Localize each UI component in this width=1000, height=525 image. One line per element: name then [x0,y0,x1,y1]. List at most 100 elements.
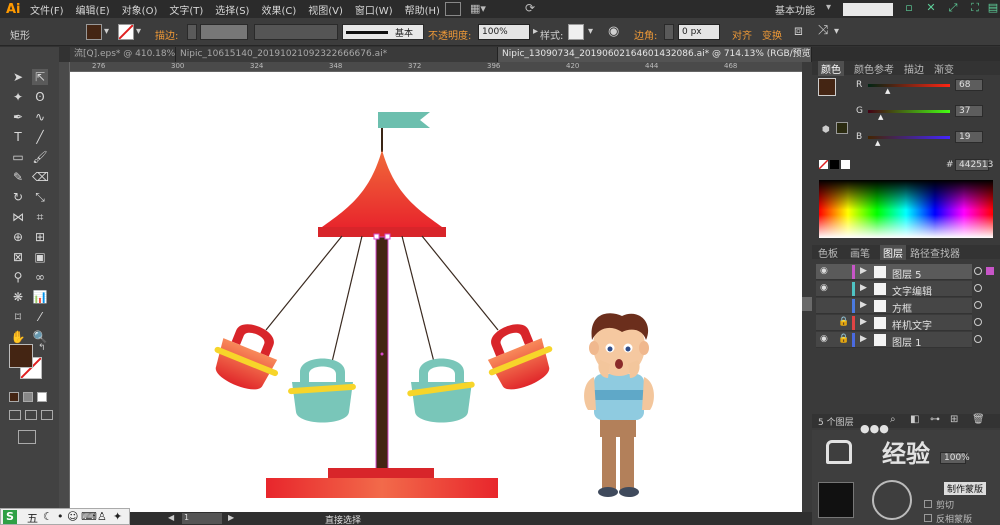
bridge-icon[interactable] [445,2,461,16]
chevron-right-icon[interactable]: ▸ [533,26,538,37]
swap-colors-icon[interactable]: ↰ [38,343,46,353]
g-value-input[interactable]: 37 [955,105,983,117]
stroke-stepper[interactable] [187,24,197,40]
none-mode-icon[interactable] [37,392,47,402]
lock-icon[interactable]: 🔒 [838,334,849,344]
layer-row[interactable]: ◉ 🔒 ▶ 图层 1 [816,332,972,349]
transform-each-icon[interactable]: ⤨ [818,23,828,38]
menu-edit[interactable]: 编辑(E) [76,2,110,17]
tab-stroke[interactable]: 描边 [904,61,924,76]
menu-file[interactable]: 文件(F) [30,2,64,17]
color-spectrum[interactable] [819,180,993,238]
stroke-label[interactable]: 描边: [155,27,178,42]
tab-color[interactable]: 颜色 [818,61,844,76]
prev-artboard-icon[interactable]: ◀ [168,513,174,522]
rotate-icon[interactable]: ↻ [10,189,26,205]
shaper-icon[interactable]: ✎ [10,169,26,185]
skin-icon[interactable]: ♙ [97,510,107,523]
maximize-icon[interactable]: ⤢ [944,1,962,17]
minimize-icon[interactable]: ▫ [900,1,918,17]
tab-layers[interactable]: 图层 [880,245,906,260]
ime-logo[interactable]: S [3,510,17,524]
brush-dropdown[interactable]: 基本 [342,24,424,40]
eye-icon[interactable]: ◉ [820,283,828,293]
graph-tool-icon[interactable]: 📊 [32,289,48,305]
eraser-icon[interactable]: ⌫ [32,169,49,185]
variable-width-dropdown[interactable] [254,24,338,40]
expand-arrow-icon[interactable]: ▶ [860,266,867,276]
make-mask-button[interactable]: 制作蒙版 [944,482,987,495]
tab-gradient[interactable]: 渐变 [934,61,954,76]
selection-tool-icon[interactable]: ➤ [10,69,26,85]
corner-label[interactable]: 边角: [634,27,657,42]
draw-behind-icon[interactable] [25,410,37,420]
target-icon[interactable] [974,301,982,309]
opacity-input[interactable]: 100% [478,24,530,40]
arrange-icon[interactable]: ▦▾ [470,2,486,15]
opacity-label[interactable]: 不透明度: [428,27,471,42]
isolate-icon[interactable]: ⧈ [794,23,803,39]
expand-arrow-icon[interactable]: ▶ [860,283,867,293]
artboard[interactable] [70,72,802,525]
target-icon[interactable] [974,335,982,343]
expand-arrow-icon[interactable]: ▶ [860,300,867,310]
slice-icon[interactable]: ⁄ [32,309,48,325]
anchor-point[interactable] [384,233,391,240]
magic-wand-icon[interactable]: ✦ [10,89,26,105]
lasso-icon[interactable]: ʘ [32,89,48,105]
tab-color-guide[interactable]: 颜色参考 [854,61,894,76]
target-icon[interactable] [974,267,982,275]
punctuation-icon[interactable]: • [57,510,64,523]
transform-button[interactable]: 变换 [762,27,782,42]
layer-name[interactable]: 图层 5 [892,266,922,281]
panel-menu-icon[interactable]: ▾ [834,26,839,37]
layer-row[interactable]: ◉ ▶ 图层 5 [816,264,972,281]
fullscreen-icon[interactable]: ⛶ [966,1,984,17]
menu-help[interactable]: 帮助(H) [405,2,440,17]
fill-color-front[interactable] [9,344,33,368]
free-transform-icon[interactable]: ⌗ [32,209,48,225]
next-artboard-icon[interactable]: ▶ [228,513,234,522]
color-mode-icon[interactable] [9,392,19,402]
stroke-weight-dropdown[interactable] [200,24,248,40]
layer-row[interactable]: ▶ 方框 [816,298,972,315]
selection-indicator[interactable] [986,267,994,275]
paintbrush-icon[interactable]: 🖌 [32,149,48,165]
black-swatch[interactable] [830,160,839,169]
menu-type[interactable]: 文字(T) [169,2,203,17]
menu-select[interactable]: 选择(S) [215,2,249,17]
chevron-down-icon[interactable]: ▾ [104,26,109,37]
menu-window[interactable]: 窗口(W) [355,2,393,17]
search-input[interactable] [843,3,893,16]
expand-arrow-icon[interactable]: ▶ [860,334,867,344]
style-swatch[interactable] [568,24,584,40]
anchor-point[interactable] [373,233,380,240]
keyboard-icon[interactable]: ⌨ [81,510,97,523]
r-slider-thumb[interactable]: ▲ [885,87,890,95]
g-slider-thumb[interactable]: ▲ [878,113,883,121]
target-icon[interactable] [974,318,982,326]
layer-name[interactable]: 方框 [892,300,912,315]
draw-inside-icon[interactable] [41,410,53,420]
hex-value-input[interactable]: 442513 [955,159,993,171]
color-fill-box[interactable] [818,78,836,96]
screen-mode-icon[interactable] [18,430,36,444]
layer-row[interactable]: 🔒 ▶ 样机文字 [816,315,972,332]
chevron-down-icon[interactable]: ▾ [588,26,593,37]
tab-doc-3[interactable]: Nipic_13090734_20190602164601432086.ai* … [498,47,812,62]
vertical-scrollbar[interactable] [802,62,812,525]
close-icon[interactable]: ▤ [984,1,1000,17]
lock-icon[interactable]: 🔒 [838,317,849,327]
settings-icon[interactable]: ✦ [113,510,122,523]
delete-icon[interactable]: 🗑 [972,414,985,425]
direct-selection-tool-icon[interactable]: ⇱ [32,69,48,85]
gradient-mode-icon[interactable] [23,392,33,402]
fill-swatch[interactable] [86,24,102,40]
chevron-down-icon[interactable]: ▾ [136,26,141,37]
ime-mode[interactable]: 五 [27,510,38,525]
rectangle-tool-icon[interactable]: ▭ [10,149,26,165]
eye-icon[interactable]: ◉ [820,334,828,344]
invert-mask-checkbox[interactable] [924,514,932,522]
out-of-gamut-icon[interactable] [836,122,848,134]
b-value-input[interactable]: 19 [955,131,983,143]
